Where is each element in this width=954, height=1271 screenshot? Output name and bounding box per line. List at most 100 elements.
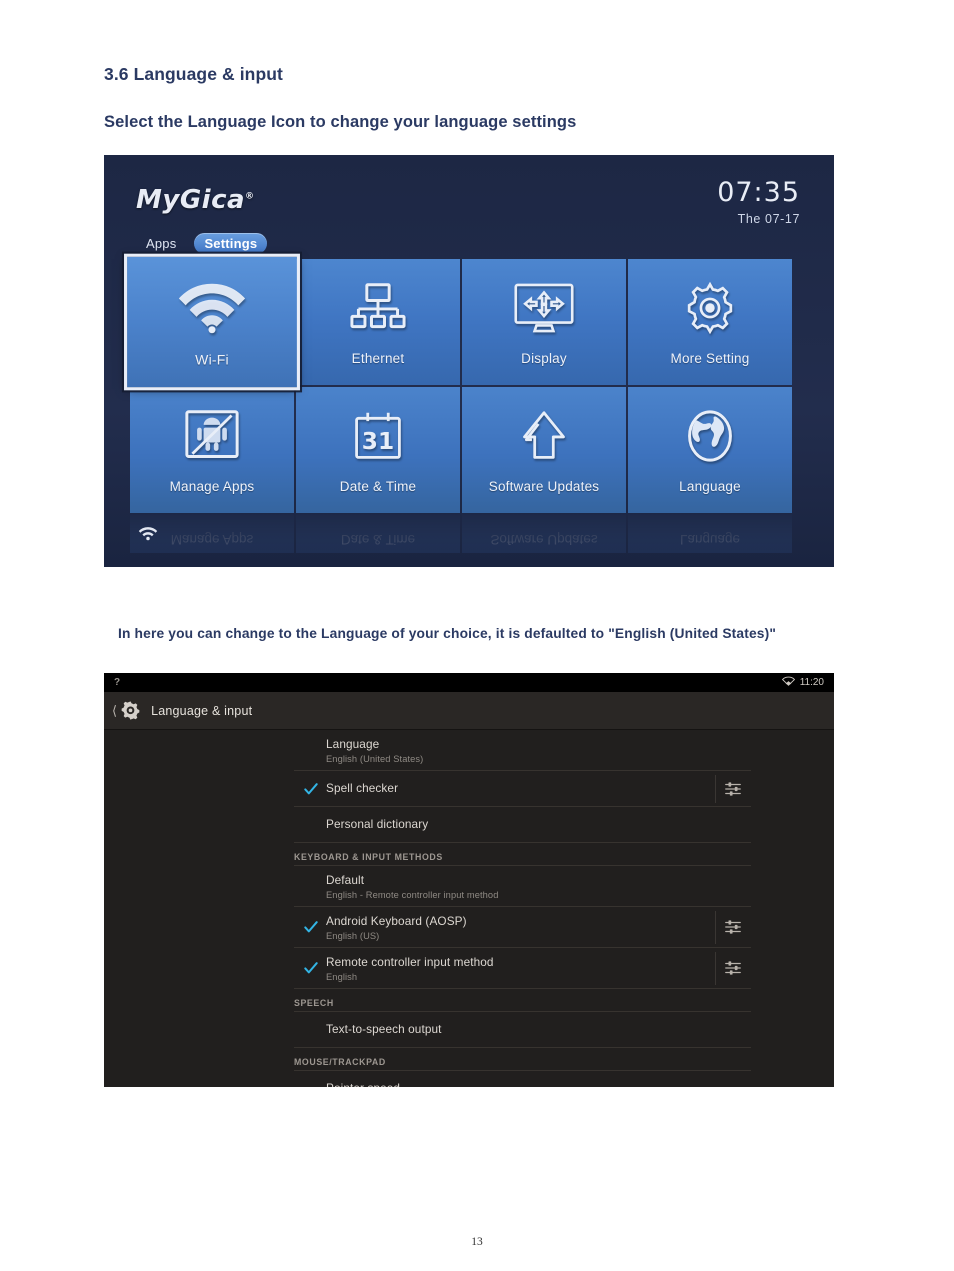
list-item-android-keyboard-aosp[interactable]: Android Keyboard (AOSP) English (US) xyxy=(104,907,834,948)
clock-date: The 07-17 xyxy=(737,212,800,227)
row-title: Text-to-speech output xyxy=(326,1021,442,1036)
reflection-label: Language xyxy=(679,532,741,547)
section-subheading: Select the Language Icon to change your … xyxy=(104,113,577,131)
page-number: 13 xyxy=(471,1236,483,1248)
android-settings-screenshot: ? 11:20 ⟨ Language & input Language Engl… xyxy=(104,673,834,1087)
brand-text: MyGica xyxy=(136,185,246,215)
row-title: Personal dictionary xyxy=(326,816,429,831)
row-title: Android Keyboard (AOSP) xyxy=(326,913,467,928)
tile-label: Wi-Fi xyxy=(195,352,229,368)
settings-tile-grid: Wi-Fi Ethernet Display More Setting Mana… xyxy=(124,253,808,513)
row-subtitle: English (United States) xyxy=(326,753,424,764)
section-header-label: MOUSE/TRACKPAD xyxy=(294,1056,386,1067)
android-apps-icon xyxy=(175,401,249,471)
reflection-cell: Language xyxy=(628,511,792,553)
row-title: Spell checker xyxy=(326,780,399,795)
body-paragraph: In here you can change to the Language o… xyxy=(118,626,777,641)
wifi-icon xyxy=(138,525,158,541)
tile-label: Ethernet xyxy=(351,351,405,366)
clock: 07:35 The 07-17 xyxy=(717,177,800,227)
launcher-background: MyGica® 07:35 The 07-17 Apps Settings Wi… xyxy=(104,155,834,567)
row-texts: Remote controller input method English xyxy=(294,948,834,989)
action-bar: ⟨ Language & input xyxy=(104,692,834,730)
sliders-icon[interactable] xyxy=(724,918,742,936)
tile-software-updates[interactable]: Software Updates xyxy=(462,387,626,513)
reflection-label: Date & Time xyxy=(340,532,416,547)
calendar-day-number: 31 xyxy=(362,428,394,455)
list-item-pointer-speed[interactable]: Pointer speed xyxy=(104,1071,834,1087)
list-item-language[interactable]: Language English (United States) xyxy=(104,730,834,771)
wifi-icon xyxy=(174,271,251,343)
tile-label: Language xyxy=(679,479,741,494)
reflection-cell: Date & Time xyxy=(296,511,460,553)
reflection-cell: Software Updates xyxy=(462,511,626,553)
android-status-bar: ? 11:20 xyxy=(104,673,834,692)
checkmark-icon[interactable] xyxy=(304,961,318,975)
upload-arrow-icon xyxy=(507,401,581,471)
display-icon xyxy=(507,273,581,343)
tab-apps[interactable]: Apps xyxy=(136,233,186,254)
tile-wifi[interactable]: Wi-Fi xyxy=(124,253,300,391)
checkmark-icon[interactable] xyxy=(304,782,318,796)
action-bar-title: Language & input xyxy=(151,703,253,718)
section-header-label: SPEECH xyxy=(294,997,334,1008)
list-item-default-input-method[interactable]: Default English - Remote controller inpu… xyxy=(104,866,834,907)
settings-list[interactable]: Language English (United States) Spell c… xyxy=(104,730,834,1087)
section-header-label: KEYBOARD & INPUT METHODS xyxy=(294,851,443,862)
clock-time: 07:35 xyxy=(717,177,800,208)
row-vertical-divider xyxy=(715,951,716,985)
section-header-keyboard-and-input-methods: KEYBOARD & INPUT METHODS xyxy=(104,843,834,866)
tile-language[interactable]: Language xyxy=(628,387,792,513)
mygica-logo: MyGica® xyxy=(136,185,255,215)
row-texts: Language English (United States) xyxy=(294,730,834,771)
reflection-label: Software Updates xyxy=(490,532,598,547)
section-header-speech: SPEECH xyxy=(104,989,834,1012)
ethernet-icon xyxy=(341,273,415,343)
row-texts: Pointer speed xyxy=(294,1074,834,1087)
row-texts: Android Keyboard (AOSP) English (US) xyxy=(294,907,834,948)
calendar-icon: 31 xyxy=(341,401,415,471)
row-texts: Default English - Remote controller inpu… xyxy=(294,866,834,907)
row-vertical-divider xyxy=(715,774,716,803)
checkmark-icon[interactable] xyxy=(304,920,318,934)
list-item-personal-dictionary[interactable]: Personal dictionary xyxy=(104,807,834,843)
row-subtitle: English xyxy=(326,971,358,982)
tile-label: Display xyxy=(521,351,567,366)
status-bar-right: 11:20 xyxy=(781,676,824,689)
back-caret-icon[interactable]: ⟨ xyxy=(112,703,117,719)
row-subtitle: English - Remote controller input method xyxy=(326,889,499,900)
row-subtitle: English (US) xyxy=(326,930,380,941)
row-texts: Text-to-speech output xyxy=(294,1015,834,1045)
globe-icon xyxy=(673,401,747,471)
launcher-tabs: Apps Settings xyxy=(136,233,268,254)
row-title: Remote controller input method xyxy=(326,954,494,969)
status-bar-time: 11:20 xyxy=(799,677,824,688)
row-texts: Personal dictionary xyxy=(294,810,834,840)
tile-date-time[interactable]: 31 Date & Time xyxy=(296,387,460,513)
registered-mark: ® xyxy=(245,191,255,202)
row-title: Default xyxy=(326,872,365,887)
tab-settings[interactable]: Settings xyxy=(194,233,268,254)
row-title: Language xyxy=(326,737,380,751)
reflection-label: Manage Apps xyxy=(170,532,254,547)
tile-label: More Setting xyxy=(670,351,750,366)
tile-ethernet[interactable]: Ethernet xyxy=(296,259,460,385)
sliders-icon[interactable] xyxy=(724,959,742,977)
gear-icon xyxy=(118,699,142,723)
document-page: 3.6 Language & input Select the Language… xyxy=(0,0,954,1271)
sliders-icon[interactable] xyxy=(724,780,742,798)
tile-display[interactable]: Display xyxy=(462,259,626,385)
list-item-spell-checker[interactable]: Spell checker xyxy=(104,771,834,807)
launcher-screenshot: MyGica® 07:35 The 07-17 Apps Settings Wi… xyxy=(104,155,834,567)
gear-icon xyxy=(673,273,747,343)
list-item-remote-controller-input-method[interactable]: Remote controller input method English xyxy=(104,948,834,989)
tile-reflection: Manage Apps Date & Time Software Updates… xyxy=(130,511,808,553)
tile-manage-apps[interactable]: Manage Apps xyxy=(130,387,294,513)
question-mark-icon: ? xyxy=(114,677,121,688)
tile-label: Date & Time xyxy=(339,479,417,494)
row-title: Pointer speed xyxy=(326,1081,834,1087)
list-item-text-to-speech-output[interactable]: Text-to-speech output xyxy=(104,1012,834,1048)
tile-label: Software Updates xyxy=(488,479,600,494)
tile-more-setting[interactable]: More Setting xyxy=(628,259,792,385)
section-heading: 3.6 Language & input xyxy=(104,64,283,84)
